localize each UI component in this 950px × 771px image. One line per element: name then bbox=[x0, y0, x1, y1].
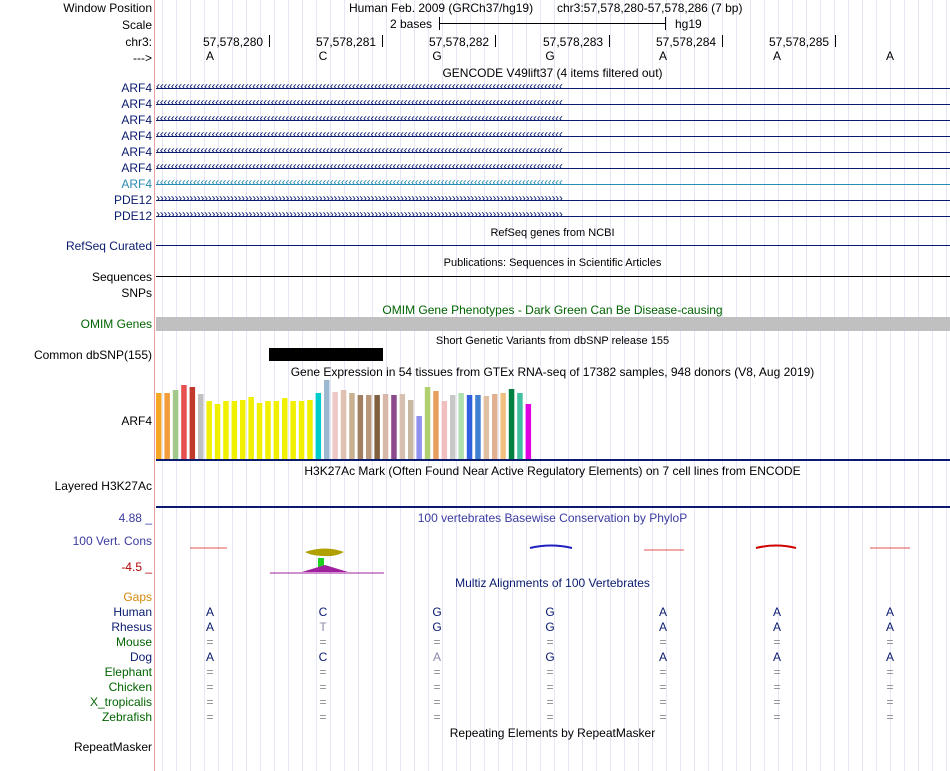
aligned-base: = bbox=[773, 695, 781, 709]
species-label[interactable]: Chicken bbox=[109, 680, 152, 694]
aligned-base: = bbox=[546, 695, 554, 709]
aligned-base: = bbox=[546, 680, 554, 694]
aligned-base: A bbox=[885, 650, 894, 664]
multiz-track-title: Multiz Alignments of 100 Vertebrates bbox=[455, 576, 650, 590]
aligned-base: = bbox=[886, 710, 894, 724]
aligned-base: = bbox=[433, 635, 441, 649]
aligned-base: = bbox=[886, 695, 894, 709]
aligned-base: = bbox=[433, 695, 441, 709]
aligned-base: A bbox=[772, 605, 781, 619]
aligned-base: = bbox=[319, 710, 327, 724]
aligned-base: = bbox=[206, 680, 214, 694]
aligned-base: A bbox=[772, 650, 781, 664]
aligned-base: = bbox=[319, 695, 327, 709]
aligned-base: A bbox=[432, 650, 441, 664]
aligned-base: A bbox=[885, 605, 894, 619]
aligned-base: = bbox=[659, 665, 667, 679]
aligned-base: G bbox=[545, 650, 555, 664]
aligned-base: G bbox=[432, 620, 442, 634]
aligned-base: = bbox=[319, 635, 327, 649]
aligned-base: = bbox=[546, 710, 554, 724]
aligned-base: = bbox=[886, 665, 894, 679]
gaps-label[interactable]: Gaps bbox=[123, 590, 152, 604]
aligned-base: = bbox=[773, 635, 781, 649]
aligned-base: = bbox=[546, 635, 554, 649]
aligned-base: A bbox=[205, 650, 214, 664]
aligned-base: C bbox=[318, 605, 328, 619]
species-label[interactable]: Zebrafish bbox=[102, 710, 152, 724]
repeatmasker-label[interactable]: RepeatMasker bbox=[74, 740, 152, 754]
aligned-base: = bbox=[433, 710, 441, 724]
species-label[interactable]: Mouse bbox=[116, 635, 152, 649]
aligned-base: A bbox=[885, 620, 894, 634]
aligned-base: = bbox=[206, 665, 214, 679]
repeatmasker-track-title: Repeating Elements by RepeatMasker bbox=[449, 726, 656, 740]
aligned-base: = bbox=[886, 635, 894, 649]
aligned-base: A bbox=[205, 620, 214, 634]
aligned-base: = bbox=[773, 680, 781, 694]
aligned-base: G bbox=[545, 605, 555, 619]
aligned-base: C bbox=[318, 650, 328, 664]
aligned-base: G bbox=[545, 620, 555, 634]
aligned-base: = bbox=[206, 695, 214, 709]
aligned-base: A bbox=[658, 605, 667, 619]
species-label[interactable]: Rhesus bbox=[111, 620, 152, 634]
aligned-base: = bbox=[659, 695, 667, 709]
aligned-base: T bbox=[319, 620, 327, 634]
aligned-base: = bbox=[773, 710, 781, 724]
aligned-base: G bbox=[432, 605, 442, 619]
aligned-base: = bbox=[433, 665, 441, 679]
aligned-base: = bbox=[659, 710, 667, 724]
aligned-base: = bbox=[886, 680, 894, 694]
aligned-base: = bbox=[433, 680, 441, 694]
species-label[interactable]: Elephant bbox=[105, 665, 152, 679]
aligned-base: A bbox=[658, 620, 667, 634]
aligned-base: A bbox=[658, 650, 667, 664]
species-label[interactable]: Human bbox=[113, 605, 152, 619]
aligned-base: = bbox=[546, 665, 554, 679]
aligned-base: = bbox=[659, 680, 667, 694]
aligned-base: = bbox=[206, 635, 214, 649]
aligned-base: = bbox=[319, 680, 327, 694]
species-label[interactable]: Dog bbox=[130, 650, 152, 664]
aligned-base: = bbox=[206, 710, 214, 724]
aligned-base: = bbox=[659, 635, 667, 649]
aligned-base: = bbox=[319, 665, 327, 679]
aligned-base: A bbox=[772, 620, 781, 634]
aligned-base: = bbox=[773, 665, 781, 679]
species-label[interactable]: X_tropicalis bbox=[90, 695, 152, 709]
aligned-base: A bbox=[205, 605, 214, 619]
